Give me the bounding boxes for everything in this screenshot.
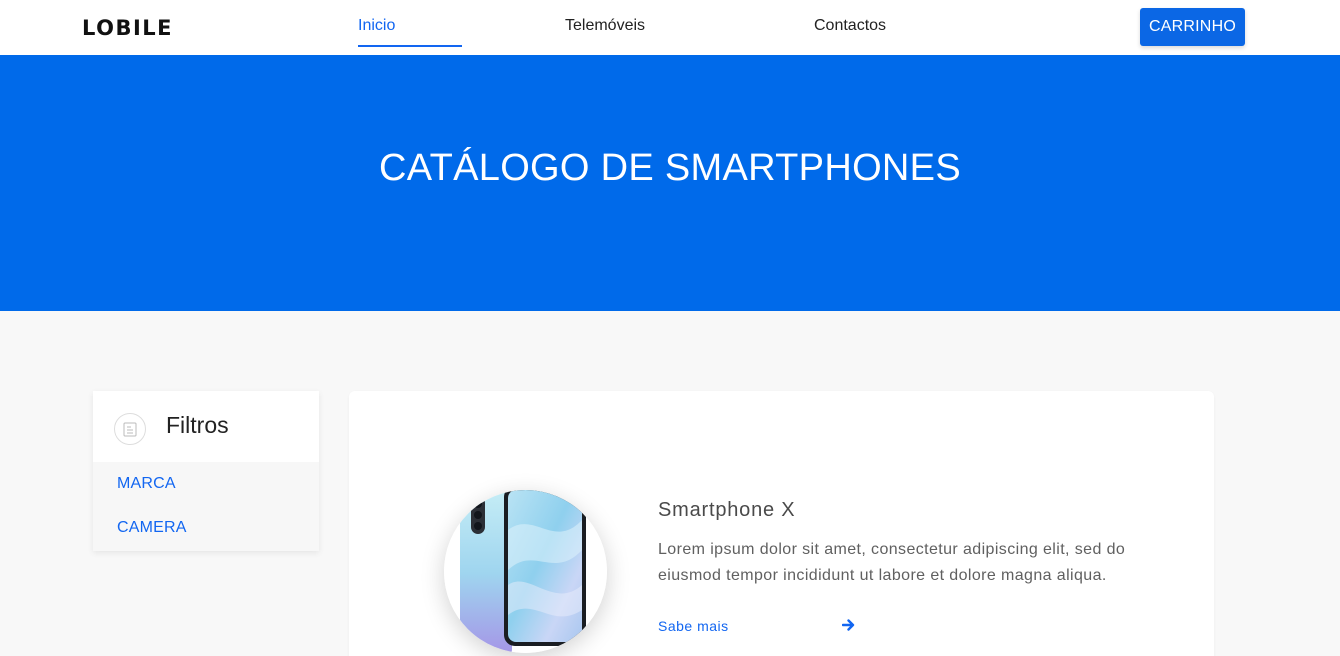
nav-link-telemoveis[interactable]: Telemóveis <box>565 17 645 47</box>
filters-panel: Filtros MARCA CAMERA <box>93 391 319 551</box>
filters-title: Filtros <box>166 412 229 438</box>
filters-header: Filtros <box>93 391 319 462</box>
page-title: CATÁLOGO DE SMARTPHONES <box>379 147 961 189</box>
filter-list-icon <box>114 413 146 445</box>
product-card: Smartphone X Lorem ipsum dolor sit amet,… <box>349 391 1214 656</box>
learn-more-link[interactable]: Sabe mais <box>658 618 729 634</box>
brand-logo[interactable]: LOBILE <box>82 16 173 40</box>
product-image[interactable] <box>444 490 607 653</box>
cart-button[interactable]: CARRINHO <box>1140 8 1245 46</box>
product-name: Smartphone X <box>658 499 796 521</box>
filters-list: MARCA CAMERA <box>93 462 319 551</box>
product-description: Lorem ipsum dolor sit amet, consectetur … <box>658 541 1126 584</box>
top-navbar: LOBILE Inicio Telemóveis Contactos CARRI… <box>0 0 1340 55</box>
hero-banner: CATÁLOGO DE SMARTPHONES <box>0 55 1340 311</box>
smartphone-image <box>444 490 607 653</box>
nav-link-contactos[interactable]: Contactos <box>814 17 886 47</box>
filter-item-marca[interactable]: MARCA <box>93 473 319 517</box>
nav-link-inicio[interactable]: Inicio <box>358 17 462 47</box>
arrow-right-icon[interactable] <box>842 618 856 634</box>
filter-item-camera[interactable]: CAMERA <box>93 517 319 561</box>
